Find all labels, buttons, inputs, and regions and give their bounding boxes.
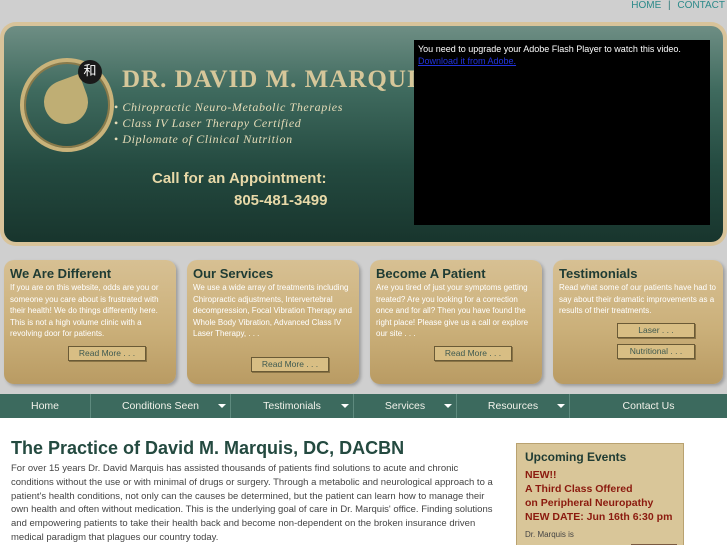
dropdown-arrow-icon <box>444 404 452 408</box>
intro-paragraph: For over 15 years Dr. David Marquis has … <box>11 463 493 543</box>
top-links: HOME | CONTACT <box>631 0 727 14</box>
feature-title: Testimonials <box>559 266 638 281</box>
header-banner: 和 DR. DAVID M. MARQUIS Chiropractic Neur… <box>0 22 727 246</box>
flash-video-placeholder: You need to upgrade your Adobe Flash Pla… <box>414 40 710 225</box>
feature-text: Are you tired of just your symptoms gett… <box>376 283 529 338</box>
feature-box-different: We Are Different If you are on this webs… <box>4 260 176 384</box>
contact-link[interactable]: CONTACT <box>677 0 725 11</box>
feature-title: Our Services <box>193 266 274 281</box>
top-links-separator: | <box>668 0 671 11</box>
nav-contact-us[interactable]: Contact Us <box>570 394 727 418</box>
nav-home[interactable]: Home <box>0 394 91 418</box>
events-footer-text: Dr. Marquis is <box>525 530 574 539</box>
credential-item: Chiropractic Neuro-Metabolic Therapies <box>114 99 343 115</box>
event-line: on Peripheral Neuropathy <box>525 497 654 509</box>
feature-box-testimonials: Testimonials Read what some of our patie… <box>553 260 723 384</box>
phone-number[interactable]: 805-481-3499 <box>234 192 327 209</box>
nav-label: Home <box>30 400 59 412</box>
nav-label: Conditions Seen <box>121 400 200 412</box>
feature-text: If you are on this website, odds are you… <box>10 283 159 338</box>
feature-title: We Are Different <box>10 266 112 281</box>
laser-button[interactable]: Laser . . . <box>617 323 695 338</box>
read-more-button[interactable]: Read More . . . <box>68 346 146 361</box>
main-content: The Practice of David M. Marquis, DC, DA… <box>0 418 727 545</box>
flash-message: You need to upgrade your Adobe Flash Pla… <box>418 44 681 54</box>
feature-title: Become A Patient <box>376 266 486 281</box>
event-line: NEW!! <box>525 469 557 481</box>
flash-download-link[interactable]: Download it from Adobe. <box>418 56 516 66</box>
credential-item: Diplomate of Clinical Nutrition <box>114 131 343 147</box>
home-link[interactable]: HOME <box>631 0 661 11</box>
nav-conditions-seen[interactable]: Conditions Seen <box>91 394 231 418</box>
page-title: The Practice of David M. Marquis, DC, DA… <box>11 438 405 458</box>
dropdown-arrow-icon <box>218 404 226 408</box>
event-line: A Third Class Offered <box>525 483 633 495</box>
nav-testimonials[interactable]: Testimonials <box>231 394 354 418</box>
read-more-button[interactable]: Read More . . . <box>434 346 512 361</box>
events-title: Upcoming Events <box>525 450 627 464</box>
feature-boxes: We Are Different If you are on this webs… <box>0 256 727 388</box>
nav-label: Testimonials <box>263 400 321 412</box>
nav-label: Services <box>384 400 426 412</box>
dropdown-arrow-icon <box>557 404 565 408</box>
credentials-list: Chiropractic Neuro-Metabolic Therapies C… <box>114 99 343 147</box>
doctor-name: DR. DAVID M. MARQUIS <box>122 66 433 93</box>
dropdown-arrow-icon <box>341 404 349 408</box>
nutritional-button[interactable]: Nutritional . . . <box>617 344 695 359</box>
feature-box-services: Our Services We use a wide array of trea… <box>187 260 359 384</box>
feature-text: Read what some of our patients have had … <box>559 283 716 315</box>
feature-text: We use a wide array of treatments includ… <box>193 283 352 338</box>
header-banner-inner: 和 DR. DAVID M. MARQUIS Chiropractic Neur… <box>4 26 723 242</box>
read-more-button[interactable]: Read More . . . <box>251 357 329 372</box>
nav-label: Contact Us <box>622 400 675 412</box>
main-nav: Home Conditions Seen Testimonials Servic… <box>0 394 727 418</box>
nav-services[interactable]: Services <box>354 394 457 418</box>
credential-item: Class IV Laser Therapy Certified <box>114 115 343 131</box>
upcoming-events-panel: Upcoming Events NEW!! A Third Class Offe… <box>516 443 684 545</box>
event-line: NEW DATE: Jun 16th 6:30 pm <box>525 511 673 523</box>
nav-label: Resources <box>487 400 539 412</box>
feature-box-patient: Become A Patient Are you tired of just y… <box>370 260 542 384</box>
nav-resources[interactable]: Resources <box>457 394 570 418</box>
logo-seal-icon: 和 <box>78 60 102 84</box>
call-label: Call for an Appointment: <box>152 170 327 187</box>
